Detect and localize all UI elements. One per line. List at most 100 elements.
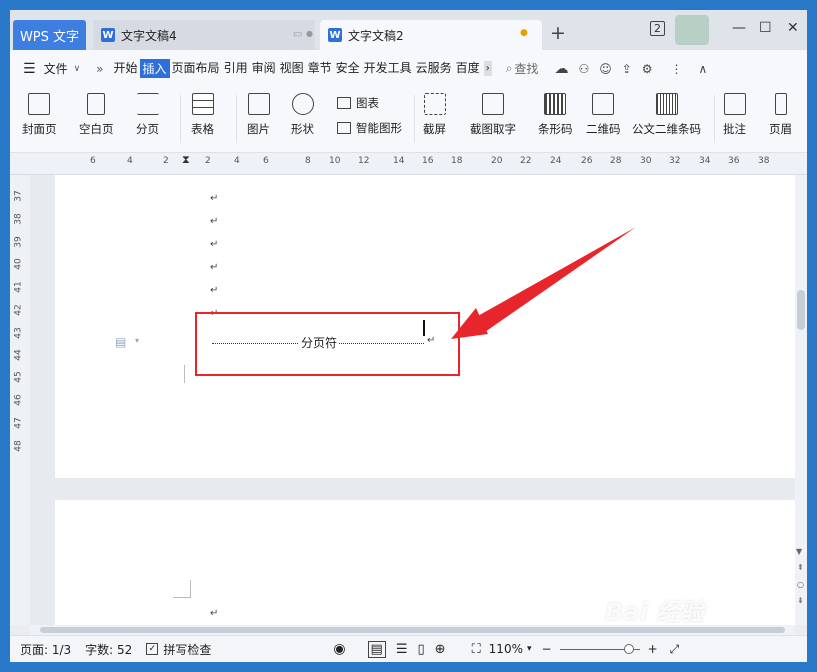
annotation-arrow (451, 227, 636, 339)
ruler-label: 40 (13, 258, 24, 270)
vertical-ruler[interactable]: 37 38 39 40 41 42 43 44 45 46 47 48 (10, 175, 30, 625)
outline-view-icon[interactable]: ☰ (396, 642, 408, 657)
zoom-level[interactable]: 110% (489, 642, 523, 656)
zoom-dropdown-icon[interactable]: ▾ (527, 644, 532, 654)
eye-protection-icon[interactable]: ◉ (333, 641, 345, 657)
zoom-in-button[interactable]: + (648, 642, 658, 656)
upload-icon[interactable]: ⇪ (622, 62, 632, 76)
wps-window: WPS 文字 W 文字文稿4 ▭ ● W 文字文稿2 ● + 2 — ☐ ✕ ☰… (10, 10, 807, 662)
page-break-button[interactable]: 分页 (136, 93, 159, 137)
tab-security[interactable]: 安全 (334, 59, 362, 78)
shape-button[interactable]: 形状 (291, 93, 314, 137)
page-count[interactable]: 页面: 1/3 (20, 641, 71, 658)
screenshot-button[interactable]: 截屏 (423, 93, 446, 137)
scroll-thumb[interactable] (40, 627, 785, 633)
search-icon[interactable]: ⌕ (506, 61, 513, 76)
qrcode-button[interactable]: 二维码 (586, 93, 621, 137)
avatar[interactable] (675, 15, 709, 45)
window-counter[interactable]: 2 (650, 21, 665, 36)
header-button[interactable]: 页眉 (769, 93, 792, 137)
hamburger-icon[interactable]: ☰ (23, 61, 36, 77)
tab-view[interactable]: 视图 (278, 59, 306, 78)
smartart-button[interactable]: 智能图形 (337, 120, 402, 136)
ocr-button[interactable]: 截图取字 (470, 93, 516, 137)
expand-menu-button[interactable]: » (96, 62, 103, 76)
indent-marker-icon[interactable]: ⧗ (182, 153, 190, 167)
barcode-button[interactable]: 条形码 (538, 93, 573, 137)
checkbox-icon[interactable]: ✓ (146, 643, 159, 655)
cover-page-label: 封面页 (22, 122, 57, 136)
zoom-out-button[interactable]: − (542, 642, 552, 656)
unsaved-dot-icon[interactable]: ● (520, 28, 528, 38)
collapse-ribbon-icon[interactable]: ∧ (699, 62, 708, 76)
document-workspace[interactable]: ↵ ↵ ↵ ↵ ↵ ↵ ▤ ▾ 分页符 ↵ ↵ (30, 175, 795, 625)
ruler-label: 10 (329, 156, 341, 166)
tab-baidu[interactable]: 百度 (454, 59, 482, 78)
tab-developer[interactable]: 开发工具 (362, 59, 414, 78)
arrow-head (451, 308, 488, 339)
blank-page-label: 空白页 (79, 122, 114, 136)
monitor-icon[interactable]: ▭ (293, 29, 302, 40)
scroll-down-icon[interactable]: ▼ (796, 547, 802, 556)
tab-doc-4[interactable]: W 文字文稿4 (93, 20, 315, 50)
tab-home[interactable]: 开始 (112, 59, 140, 78)
zoom-slider[interactable] (559, 643, 640, 654)
reading-view-icon[interactable]: ▯ (418, 642, 425, 657)
tab-doc-2[interactable]: W 文字文稿2 (320, 20, 542, 50)
tab-references[interactable]: 引用 (222, 59, 250, 78)
web-view-icon[interactable]: ⊕ (435, 642, 446, 657)
tab-cloud[interactable]: 云服务 (414, 59, 454, 78)
horizontal-ruler[interactable]: 6 4 2 ⧗ 2 4 6 8 10 12 14 16 18 20 22 24 … (10, 153, 807, 175)
tab-close-dot-icon[interactable]: ● (306, 29, 313, 38)
new-tab-button[interactable]: + (550, 22, 566, 44)
vertical-scrollbar[interactable]: ▼ ⇞ ○ ⇟ (795, 175, 807, 625)
wps-app-tab[interactable]: WPS 文字 (13, 20, 86, 50)
maximize-button[interactable]: ☐ (759, 20, 772, 36)
cover-page-button[interactable]: 封面页 (22, 93, 57, 137)
tab-section[interactable]: 章节 (306, 59, 334, 78)
fit-page-icon[interactable]: ⛶ (472, 642, 481, 657)
settings-gear-icon[interactable]: ⚙ (642, 62, 653, 76)
ruler-label: 2 (163, 156, 169, 166)
tab-review[interactable]: 审阅 (250, 59, 278, 78)
ruler-label: 6 (90, 156, 96, 166)
tab-page-layout[interactable]: 页面布局 (170, 59, 222, 78)
file-menu[interactable]: 文件 (42, 60, 70, 77)
chart-button[interactable]: 图表 (337, 95, 379, 111)
pdf417-button[interactable]: 公文二维条码 (632, 93, 701, 137)
ruler-label: 42 (13, 304, 24, 316)
picture-button[interactable]: 图片 (247, 93, 270, 137)
fullscreen-icon[interactable]: ⤢ (670, 642, 680, 657)
word-count[interactable]: 字数: 52 (85, 641, 132, 658)
search-label[interactable]: 查找 (512, 60, 540, 77)
spellcheck-toggle[interactable]: 拼写检查 (163, 641, 211, 658)
ruler-label: 18 (451, 156, 463, 166)
ruler-label: 14 (393, 156, 405, 166)
ruler-label: 43 (13, 327, 24, 339)
page-view-icon[interactable]: ▤ (367, 640, 386, 658)
cloud-sync-icon[interactable]: ☁ (554, 61, 568, 77)
next-page-icon[interactable]: ⇟ (797, 596, 804, 605)
chevron-down-icon[interactable]: ∨ (74, 64, 81, 74)
chevron-right-icon[interactable]: › (483, 61, 492, 76)
blank-page-button[interactable]: 空白页 (79, 93, 114, 137)
minimize-button[interactable]: — (732, 20, 746, 36)
ruler-label: 2 (205, 156, 211, 166)
ribbon-toolbar: 封面页 空白页 分页 表格 图片 形状 图表 智能图形 截屏 截图取字 条形码 … (10, 87, 807, 153)
picture-icon (247, 93, 270, 115)
prev-page-icon[interactable]: ⇞ (797, 563, 804, 572)
comment-button[interactable]: 批注 (723, 93, 746, 137)
scroll-thumb[interactable] (797, 290, 805, 330)
divider (414, 95, 415, 143)
table-button[interactable]: 表格 (191, 93, 214, 137)
tab-insert[interactable]: 插入 (139, 59, 170, 78)
word-doc-icon: W (328, 28, 342, 42)
select-browse-object-icon[interactable]: ○ (797, 580, 804, 589)
share-user-icon[interactable]: ⚇ (578, 62, 589, 76)
screenshot-label: 截屏 (423, 122, 446, 136)
more-options-icon[interactable]: ⋮ (671, 62, 683, 76)
chat-icon[interactable]: ☺ (599, 62, 612, 76)
close-button[interactable]: ✕ (787, 20, 799, 36)
zoom-slider-thumb[interactable] (623, 643, 634, 654)
chart-icon (337, 97, 351, 109)
